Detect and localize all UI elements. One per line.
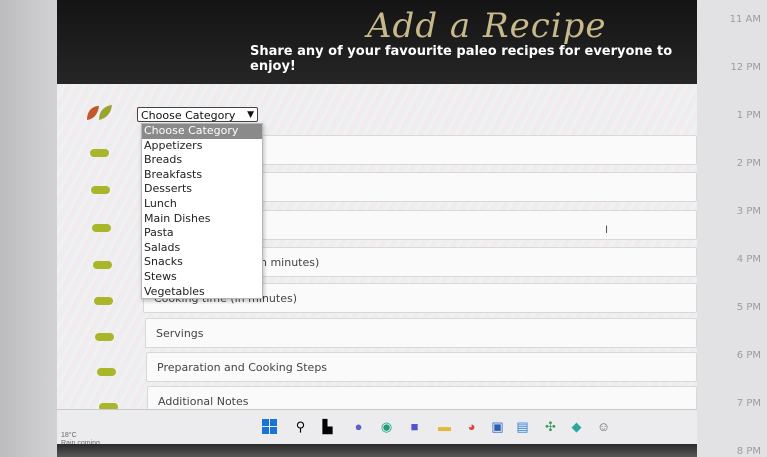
page-title: Add a Recipe: [367, 6, 607, 46]
background-left: [0, 0, 58, 457]
store-icon[interactable]: ▤: [515, 419, 530, 434]
field-bullet: [90, 149, 109, 157]
leaf-logo-icon: [87, 105, 112, 120]
calendar-sidebar: 11 AM 12 PM 1 PM 2 PM 3 PM 4 PM 5 PM 6 P…: [697, 0, 767, 457]
dropdown-option-appetizers[interactable]: Appetizers: [142, 139, 262, 154]
time-label: 7 PM: [736, 398, 761, 409]
dropdown-option-salads[interactable]: Salads: [142, 241, 262, 256]
slack-icon[interactable]: ✣: [543, 419, 558, 434]
edge-icon[interactable]: ◉: [379, 419, 394, 434]
dropdown-option-breads[interactable]: Breads: [142, 153, 262, 168]
prep-time-label: n minutes): [260, 256, 320, 269]
settings-icon[interactable]: ☺: [596, 419, 611, 434]
dropdown-option-main-dishes[interactable]: Main Dishes: [142, 212, 262, 227]
field-bullet: [97, 368, 116, 376]
time-label: 3 PM: [736, 206, 761, 217]
weather-temp: 18°C: [61, 432, 77, 439]
time-label: 1 PM: [736, 110, 761, 121]
time-label: 5 PM: [736, 302, 761, 313]
page-subtitle: Share any of your favourite paleo recipe…: [250, 44, 673, 74]
servings-label: Servings: [156, 327, 204, 340]
search-icon[interactable]: ⚲: [293, 419, 308, 434]
app-icon[interactable]: ◆: [569, 419, 584, 434]
category-dropdown: Choose Category Appetizers Breads Breakf…: [141, 123, 263, 299]
monitor-bezel: [57, 444, 697, 457]
dropdown-option-lunch[interactable]: Lunch: [142, 197, 262, 212]
chrome-icon[interactable]: ◕: [464, 419, 479, 434]
dropdown-option-stews[interactable]: Stews: [142, 270, 262, 285]
dropdown-option-desserts[interactable]: Desserts: [142, 182, 262, 197]
notes-label: Additional Notes: [158, 395, 249, 408]
time-label: 4 PM: [736, 254, 761, 265]
steps-field[interactable]: Preparation and Cooking Steps: [146, 352, 697, 382]
page-header: Add a Recipe Share any of your favourite…: [57, 0, 697, 86]
chevron-down-icon: ▼: [247, 110, 254, 120]
category-select[interactable]: Choose Category ▼: [137, 107, 258, 122]
text-cursor-icon: I: [605, 224, 609, 236]
time-label: 12 PM: [730, 62, 761, 73]
dropdown-option-vegetables[interactable]: Vegetables: [142, 285, 262, 300]
field-bullet: [92, 224, 111, 232]
servings-field[interactable]: Servings: [145, 318, 697, 348]
dropdown-option-choose-category[interactable]: Choose Category: [142, 124, 262, 139]
monitor-screen: Add a Recipe Share any of your favourite…: [57, 0, 697, 450]
time-label: 2 PM: [736, 158, 761, 169]
time-label: 8 PM: [736, 446, 761, 457]
field-bullet: [94, 297, 113, 305]
chat-icon[interactable]: ●: [351, 419, 366, 434]
time-label: 6 PM: [736, 350, 761, 361]
category-select-value: Choose Category: [141, 109, 236, 122]
file-explorer-icon[interactable]: ▬: [437, 419, 452, 434]
dropdown-option-snacks[interactable]: Snacks: [142, 255, 262, 270]
dropdown-option-pasta[interactable]: Pasta: [142, 226, 262, 241]
steps-label: Preparation and Cooking Steps: [157, 361, 328, 374]
word-icon[interactable]: ▣: [490, 419, 505, 434]
task-view-icon[interactable]: ▙: [320, 419, 335, 434]
dropdown-option-breakfasts[interactable]: Breakfasts: [142, 168, 262, 183]
time-label: 11 AM: [729, 14, 761, 25]
teams-icon[interactable]: ■: [407, 419, 422, 434]
field-bullet: [91, 186, 110, 194]
field-bullet: [93, 261, 112, 269]
field-bullet: [95, 333, 114, 341]
windows-start-icon[interactable]: [262, 419, 277, 434]
